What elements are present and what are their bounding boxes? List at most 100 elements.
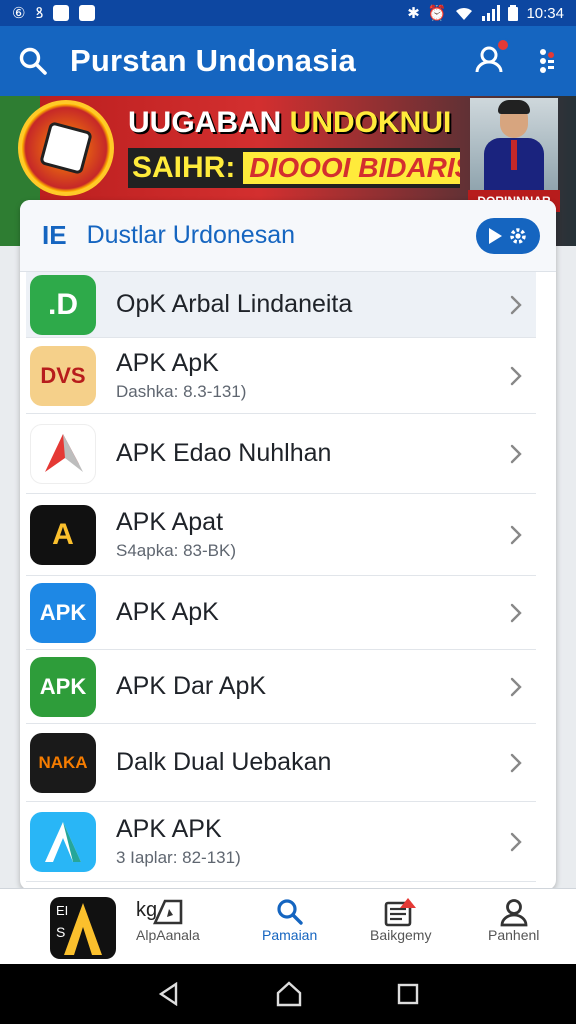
home-icon[interactable] <box>275 981 303 1007</box>
list-item-text: APK Dar ApK <box>116 672 496 701</box>
app-icon: NAKA <box>30 732 96 793</box>
chevron-right-icon <box>496 443 536 465</box>
list-item-text: Dalk Dual Uebakan <box>116 748 496 777</box>
card-header: IE Dustlar Urdonesan <box>20 200 556 272</box>
logo-emblem-icon <box>39 121 93 175</box>
list-item-text: APK Apat S4apka: 83-BK) <box>116 508 496 561</box>
app-title: Purstan Undonasia <box>70 43 356 78</box>
nav-item-updates[interactable]: Baikgemy <box>370 897 431 943</box>
battery-icon <box>508 5 519 21</box>
app-bar: Purstan Undonasia <box>0 26 576 96</box>
shape-tag-icon <box>152 899 183 925</box>
chevron-right-icon <box>496 524 536 546</box>
settings-toggle-button[interactable] <box>476 217 540 254</box>
status-right-icons: ✱ ⏰ 10:34 <box>407 4 564 23</box>
list-item[interactable]: APK APK Dar ApK <box>26 650 536 724</box>
nav-item-search[interactable]: Pamaian <box>262 897 317 943</box>
nav-item-profile[interactable]: Panhenl <box>488 897 539 943</box>
account-notification-button[interactable] <box>474 37 510 79</box>
chevron-right-icon <box>496 365 536 387</box>
nav-label: Panhenl <box>488 927 540 943</box>
app-notification-icon <box>53 5 70 21</box>
list-item-title: APK Edao Nuhlhan <box>116 439 332 467</box>
play-icon <box>489 227 502 244</box>
app-icon-label: APK <box>39 673 87 699</box>
banner-subheadline: SAIHR: DIOOOI BIDARISI <box>128 148 460 188</box>
app-icon <box>30 811 96 872</box>
list-item-text: APK APK 3 Iaplar: 82-131) <box>116 815 496 868</box>
banner-headline-part2: UNDOKNUI <box>289 106 452 139</box>
list-item[interactable]: .D OpK Arbal Lindaneita <box>26 272 536 338</box>
updates-list-icon <box>384 898 416 927</box>
app-icon: .D <box>30 274 96 335</box>
app-a-logo-icon: EI S <box>56 903 102 955</box>
list-item-text: OpK Arbal Lindaneita <box>116 290 496 319</box>
banner-sub-part1: SAIHR: <box>132 151 236 184</box>
banner-headline: UUGABAN UNDOKNUI <box>128 106 451 140</box>
photo-tie <box>511 140 517 170</box>
bottom-navigation: EI S kg AlpAanala Pamaian Baikgemy Panhen… <box>0 888 576 964</box>
list-item-title: APK Dar ApK <box>116 672 267 700</box>
list-item[interactable]: A APK Apat S4apka: 83-BK) <box>26 494 536 576</box>
app-icon-label: DVS <box>40 362 86 388</box>
back-icon[interactable] <box>157 982 181 1006</box>
list-item-title: APK APK <box>116 815 222 843</box>
banner-sub-part2: DIOOOI BIDARISI <box>243 152 460 184</box>
notification-icon: ꝸ <box>35 5 44 22</box>
list-item-title: Dalk Dual Uebakan <box>116 748 332 776</box>
nav-label: Pamaian <box>262 927 318 943</box>
more-options-icon[interactable] <box>534 46 558 76</box>
search-icon[interactable] <box>18 46 48 76</box>
banner-headline-part1: UUGABAN <box>128 106 282 139</box>
chevron-right-icon <box>496 752 536 774</box>
list-item-subtitle: S4apka: 83-BK) <box>116 541 237 560</box>
chevron-right-icon <box>496 294 536 316</box>
list-item[interactable]: APK Edao Nuhlhan <box>26 414 536 494</box>
bluetooth-icon: ✱ <box>407 5 420 22</box>
chevron-right-icon <box>496 676 536 698</box>
list-item-title: APK Apat <box>116 508 224 536</box>
list-item-title: APK ApK <box>116 598 219 626</box>
list-item[interactable]: NAKA Dalk Dual Uebakan <box>26 724 536 802</box>
app-icon: APK <box>30 582 96 643</box>
list-item-subtitle: 3 Iaplar: 82-131) <box>116 848 241 867</box>
list-item[interactable]: APK APK 3 Iaplar: 82-131) <box>26 802 536 882</box>
clock: 10:34 <box>526 4 564 22</box>
list-item[interactable]: DVS APK ApK Dashka: 8.3-131) <box>26 338 536 414</box>
app-icon: DVS <box>30 345 96 406</box>
app-icon <box>30 423 96 484</box>
user-icon <box>500 899 528 927</box>
app-icon: A <box>30 504 96 565</box>
app-icon-label: APK <box>39 599 87 625</box>
list-item-text: APK ApK <box>116 598 496 627</box>
notification-badge <box>496 37 510 52</box>
svg-text:S: S <box>56 924 65 940</box>
system-navigation-bar <box>0 964 576 1024</box>
app-icon-label: NAKA <box>38 752 88 772</box>
list-item-text: APK Edao Nuhlhan <box>116 439 496 468</box>
list-item-title: APK ApK <box>116 349 219 377</box>
list-item[interactable]: APK APK ApK <box>26 576 536 650</box>
list-item-title: OpK Arbal Lindaneita <box>116 290 353 318</box>
nav-label: AlpAanala <box>136 927 200 943</box>
svg-text:EI: EI <box>56 903 68 918</box>
app-bar-actions <box>474 37 558 79</box>
notification-icon: ⑥ <box>12 5 26 22</box>
list-item-subtitle: Dashka: 8.3-131) <box>116 382 247 401</box>
list-item-text: APK ApK Dashka: 8.3-131) <box>116 349 496 402</box>
status-bar: ⑥ ꝸ ✱ ⏰ 10:34 <box>0 0 576 26</box>
featured-app-thumbnail[interactable]: EI S <box>50 897 116 959</box>
recents-icon[interactable] <box>397 983 419 1005</box>
card-header-title: Dustlar Urdonesan <box>86 221 296 249</box>
app-icon: APK <box>30 656 96 717</box>
banner-logo <box>18 100 114 196</box>
chevron-right-icon <box>496 602 536 624</box>
nav-label: Baikgemy <box>370 927 432 943</box>
gear-icon <box>510 227 526 244</box>
chevron-right-icon <box>496 831 536 853</box>
nav-item-apps[interactable]: AlpAanala <box>136 897 200 943</box>
photo-hair <box>498 100 530 114</box>
status-left-icons: ⑥ ꝸ <box>12 3 96 23</box>
card-header-short: IE <box>42 220 67 250</box>
signal-icon <box>482 5 501 21</box>
